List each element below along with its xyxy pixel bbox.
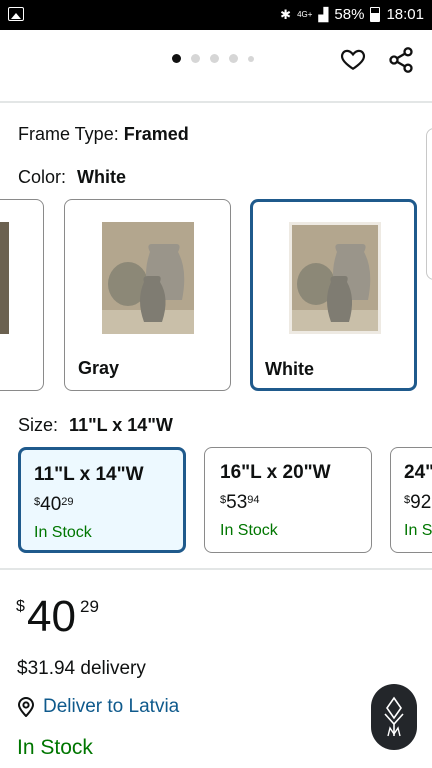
size-value: 11"L x 14"W bbox=[69, 415, 173, 435]
gallery-dot[interactable] bbox=[210, 54, 219, 63]
vases-image-gray bbox=[102, 222, 194, 334]
status-bar-right: ✱ 4G+ ▟ 58% 18:01 bbox=[280, 6, 424, 23]
color-value: White bbox=[77, 167, 127, 187]
size-option-price: $5394 bbox=[220, 492, 260, 513]
frame-option-partial[interactable] bbox=[426, 128, 432, 280]
gallery-dot-active[interactable] bbox=[172, 54, 181, 63]
price-whole: 40 bbox=[27, 592, 76, 641]
size-option-price: $92 bbox=[404, 492, 432, 513]
bluetooth-icon: ✱ bbox=[280, 6, 292, 22]
color-label: Color: bbox=[18, 167, 67, 187]
network-type: 4G+ bbox=[297, 9, 313, 19]
price-currency: $ bbox=[16, 598, 25, 615]
swatch-label: White bbox=[265, 359, 314, 379]
size-row: Size: 11"L x 14"W bbox=[18, 415, 173, 436]
image-gallery-header bbox=[0, 30, 432, 100]
size-option-stock: In Stock bbox=[34, 524, 92, 541]
size-option-title: 16"L x 20"W bbox=[220, 462, 331, 483]
frame-type-row: Frame Type: Framed bbox=[18, 124, 189, 145]
size-option-title: 24"L x 30"W bbox=[404, 462, 432, 483]
frame-type-label: Frame Type: bbox=[18, 124, 119, 144]
deliver-to-link[interactable]: Deliver to Latvia bbox=[17, 696, 179, 718]
gallery-dot[interactable] bbox=[191, 54, 200, 63]
status-bar: ✱ 4G+ ▟ 58% 18:01 bbox=[0, 0, 432, 30]
gallery-dot[interactable] bbox=[248, 55, 254, 62]
deliver-to-text[interactable]: Deliver to Latvia bbox=[43, 696, 179, 718]
gallery-notification-icon bbox=[8, 7, 24, 21]
heart-icon[interactable] bbox=[340, 46, 366, 72]
stock-status: In Stock bbox=[17, 736, 93, 759]
swatch-image bbox=[0, 222, 9, 334]
gallery-dots[interactable] bbox=[172, 54, 254, 63]
gallery-dot[interactable] bbox=[229, 54, 238, 63]
size-option-16x20[interactable]: 16"L x 20"W $5394 In Stock bbox=[204, 447, 372, 553]
size-option-11x14[interactable]: 11"L x 14"W $4029 In Stock bbox=[18, 447, 186, 553]
battery-icon bbox=[370, 7, 381, 22]
color-swatch-gray[interactable]: Gray bbox=[64, 199, 231, 391]
color-row: Color: White bbox=[18, 167, 126, 188]
signal-icon: ▟ bbox=[318, 6, 329, 22]
frame-type-value: Framed bbox=[123, 124, 189, 144]
battery-percent: 58% bbox=[334, 6, 365, 23]
size-option-price: $4029 bbox=[34, 494, 74, 515]
delivery-cost: $31.94 delivery bbox=[17, 658, 146, 679]
share-icon[interactable] bbox=[387, 46, 415, 74]
color-swatch-white[interactable]: White bbox=[250, 199, 417, 391]
vases-image-white bbox=[289, 222, 381, 334]
divider bbox=[0, 568, 432, 570]
assistant-logo-icon bbox=[384, 696, 404, 737]
size-option-stock: In Stock bbox=[404, 522, 432, 539]
assistant-fab-button[interactable] bbox=[371, 684, 417, 750]
size-option-title: 11"L x 14"W bbox=[34, 464, 144, 485]
swatch-label: Gray bbox=[78, 358, 120, 378]
color-swatch-partial[interactable] bbox=[0, 199, 44, 391]
divider bbox=[0, 101, 432, 103]
size-option-stock: In Stock bbox=[220, 522, 278, 539]
price-fraction: 29 bbox=[80, 597, 99, 616]
clock: 18:01 bbox=[386, 6, 424, 23]
location-pin-icon bbox=[17, 697, 35, 717]
size-option-partial[interactable]: 24"L x 30"W $92 In Stock bbox=[390, 447, 432, 553]
size-label: Size: bbox=[18, 415, 59, 435]
